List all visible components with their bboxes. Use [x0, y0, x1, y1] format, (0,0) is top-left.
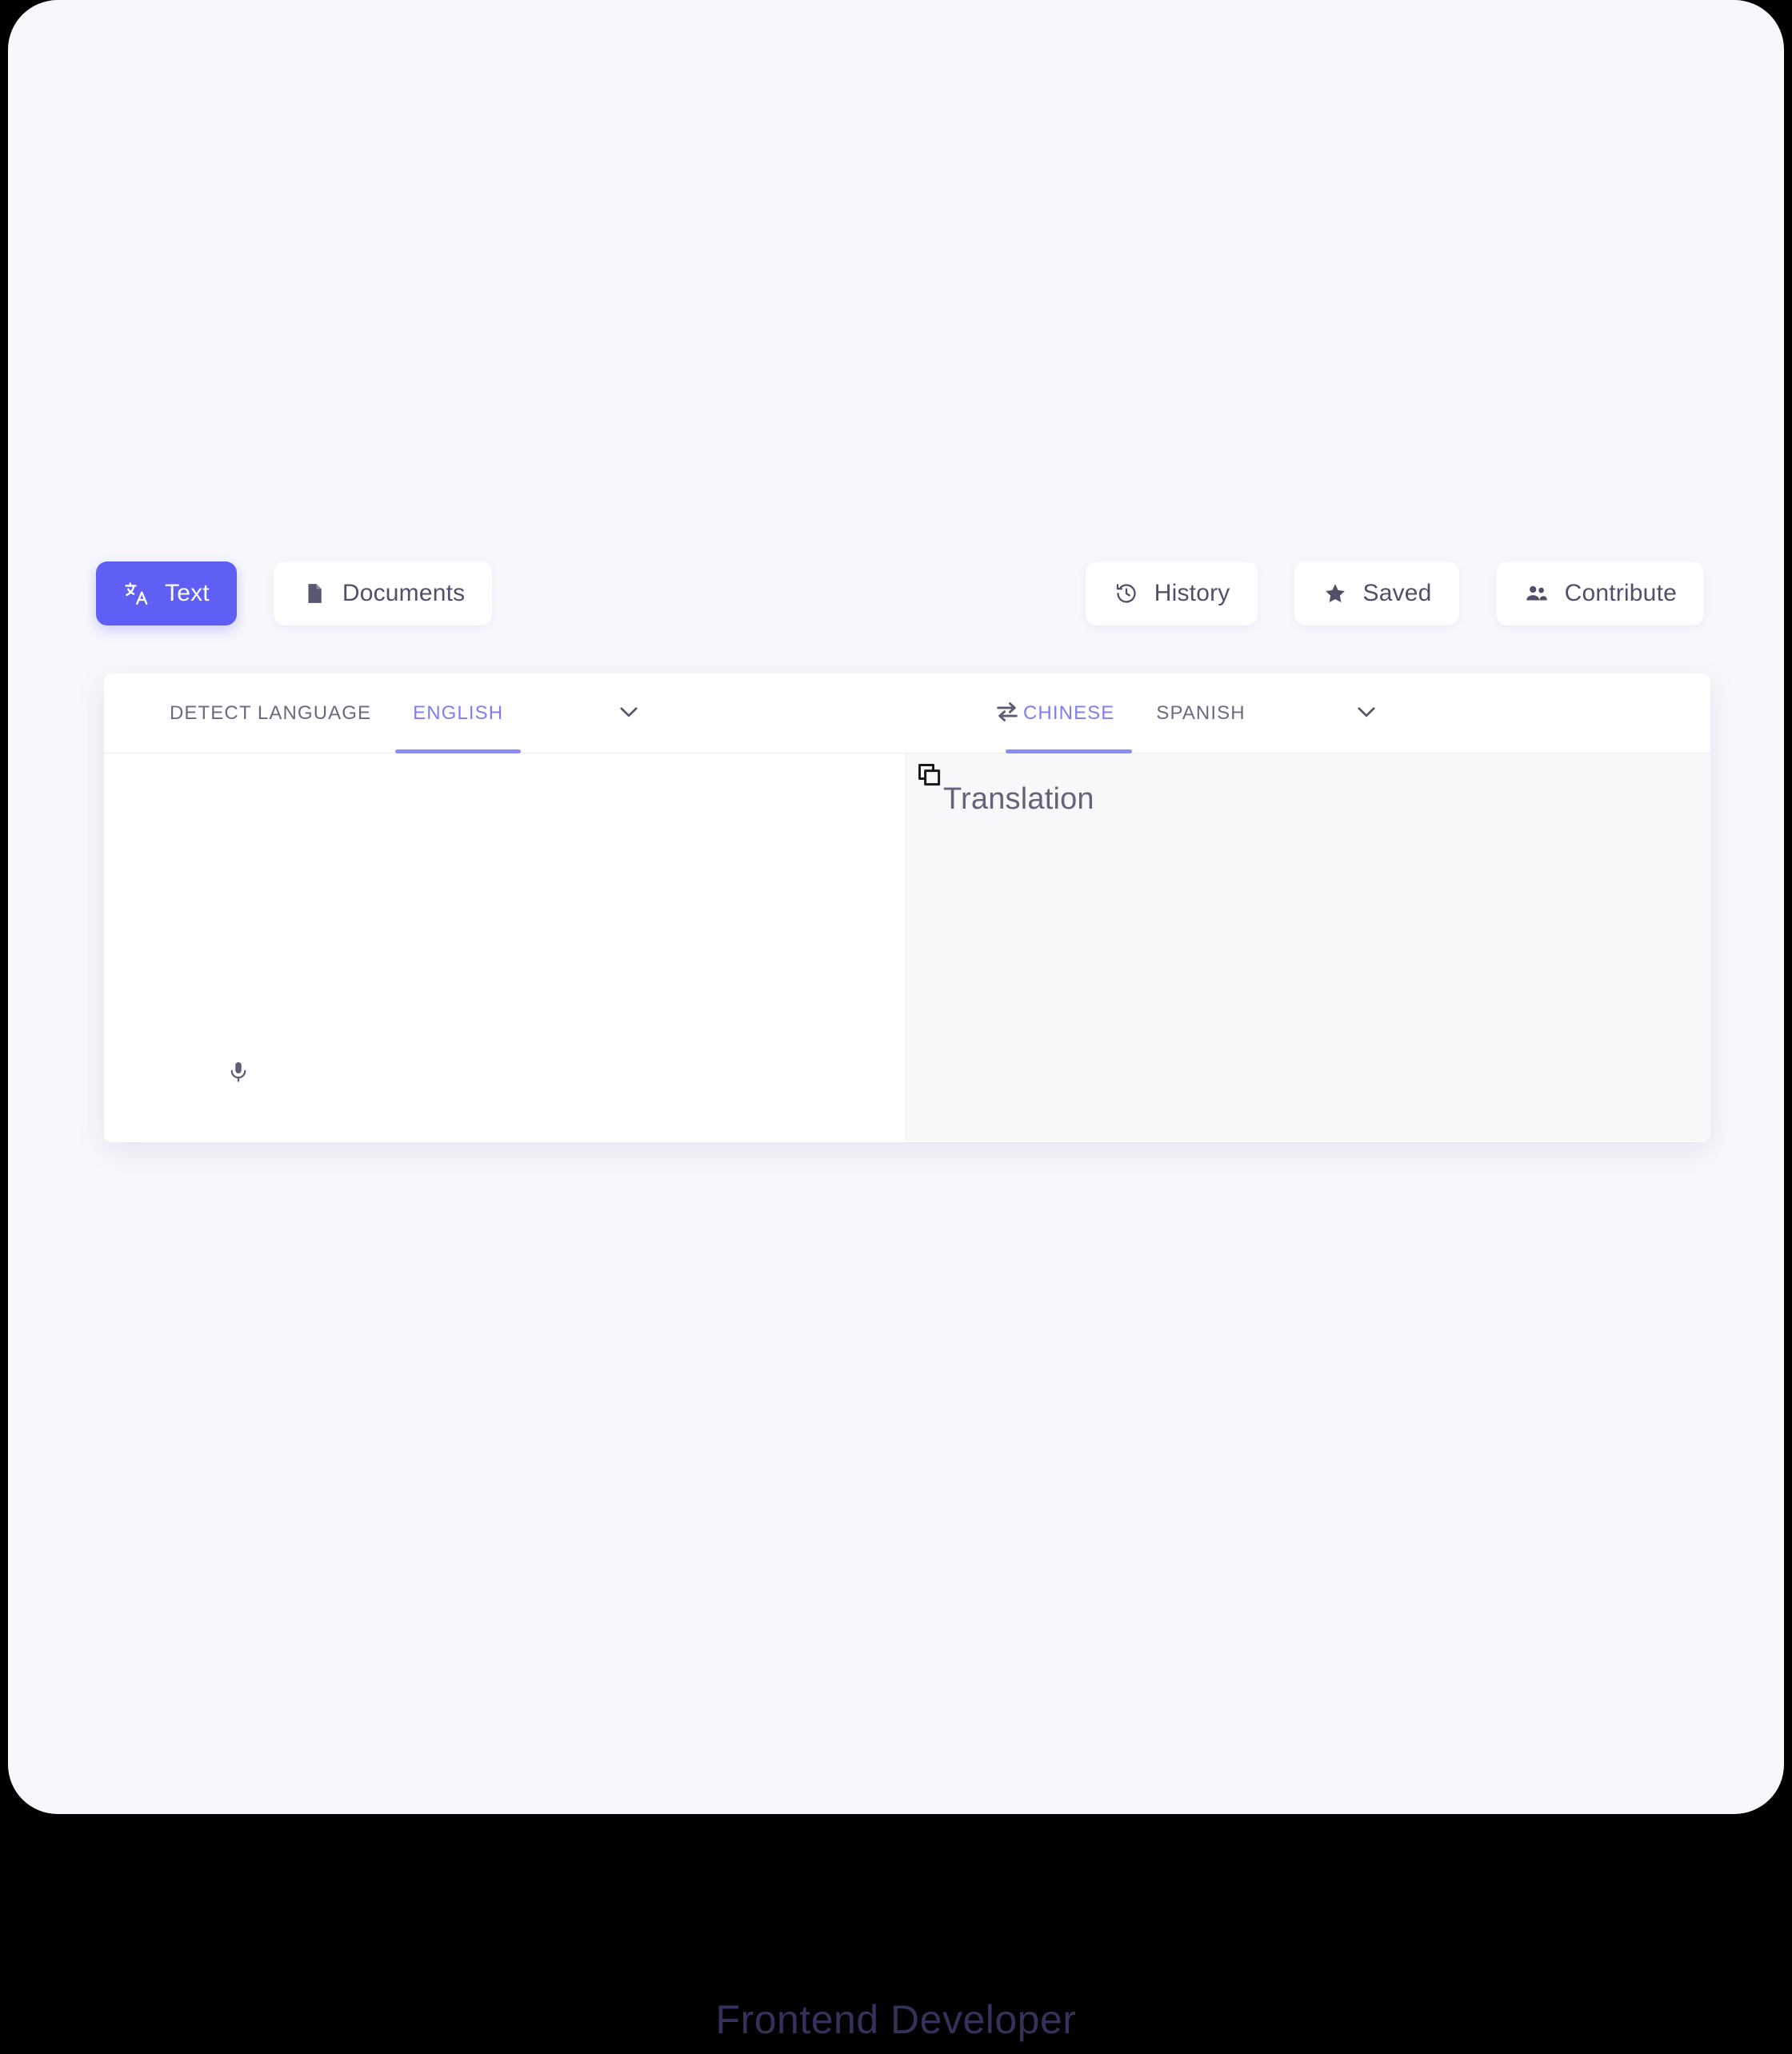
source-text-input[interactable]	[142, 777, 874, 1045]
history-icon	[1113, 580, 1140, 607]
translation-panes: Translation	[104, 753, 1710, 1141]
target-lang-spanish-label: Spanish	[1156, 702, 1246, 724]
tab-text-label: Text	[165, 580, 210, 606]
source-language-dropdown[interactable]	[601, 673, 657, 753]
toolbar-actions: History Saved Contribute	[1085, 561, 1704, 625]
tab-documents-label: Documents	[342, 580, 466, 606]
chevron-down-icon	[615, 698, 642, 729]
target-pane: Translation	[906, 753, 1710, 1141]
footer-caption: Frontend Developer	[715, 1997, 1077, 2042]
translate-icon	[123, 580, 150, 607]
contribute-button[interactable]: Contribute	[1495, 561, 1704, 625]
translation-output-placeholder: Translation	[943, 782, 1094, 816]
copy-translation-button[interactable]	[914, 761, 945, 792]
source-lang-detect[interactable]: Detect language	[149, 673, 392, 753]
source-pane	[104, 753, 906, 1141]
app-surface: Text Documents History Saved Contribute …	[8, 0, 1784, 1814]
tab-text[interactable]: Text	[96, 561, 237, 625]
copy-icon	[916, 761, 943, 793]
target-language-group: Chinese Spanish	[1002, 673, 1394, 753]
source-lang-english-label: English	[413, 702, 504, 724]
source-lang-detect-label: Detect language	[170, 702, 372, 724]
language-bar: Detect language English	[104, 673, 1710, 753]
toolbar: Text Documents History Saved Contribute	[96, 561, 1704, 633]
tab-documents[interactable]: Documents	[273, 561, 493, 625]
source-lang-english[interactable]: English	[392, 673, 524, 753]
history-button[interactable]: History	[1085, 561, 1258, 625]
saved-label: Saved	[1362, 580, 1432, 606]
target-lang-chinese-label: Chinese	[1023, 702, 1115, 724]
translator-card: Detect language English	[104, 673, 1710, 1142]
target-lang-chinese[interactable]: Chinese	[1002, 673, 1135, 753]
document-icon	[301, 580, 328, 607]
mode-tabs: Text Documents	[96, 561, 493, 625]
source-language-group: Detect language English	[149, 673, 657, 753]
history-label: History	[1154, 580, 1230, 606]
saved-button[interactable]: Saved	[1294, 561, 1459, 625]
chevron-down-icon	[1353, 698, 1380, 729]
microphone-icon	[226, 1060, 250, 1088]
contribute-label: Contribute	[1564, 580, 1677, 606]
microphone-button[interactable]	[221, 1056, 256, 1091]
star-icon	[1322, 580, 1349, 607]
people-icon	[1523, 580, 1550, 607]
target-language-dropdown[interactable]	[1338, 673, 1394, 753]
target-lang-spanish[interactable]: Spanish	[1135, 673, 1266, 753]
